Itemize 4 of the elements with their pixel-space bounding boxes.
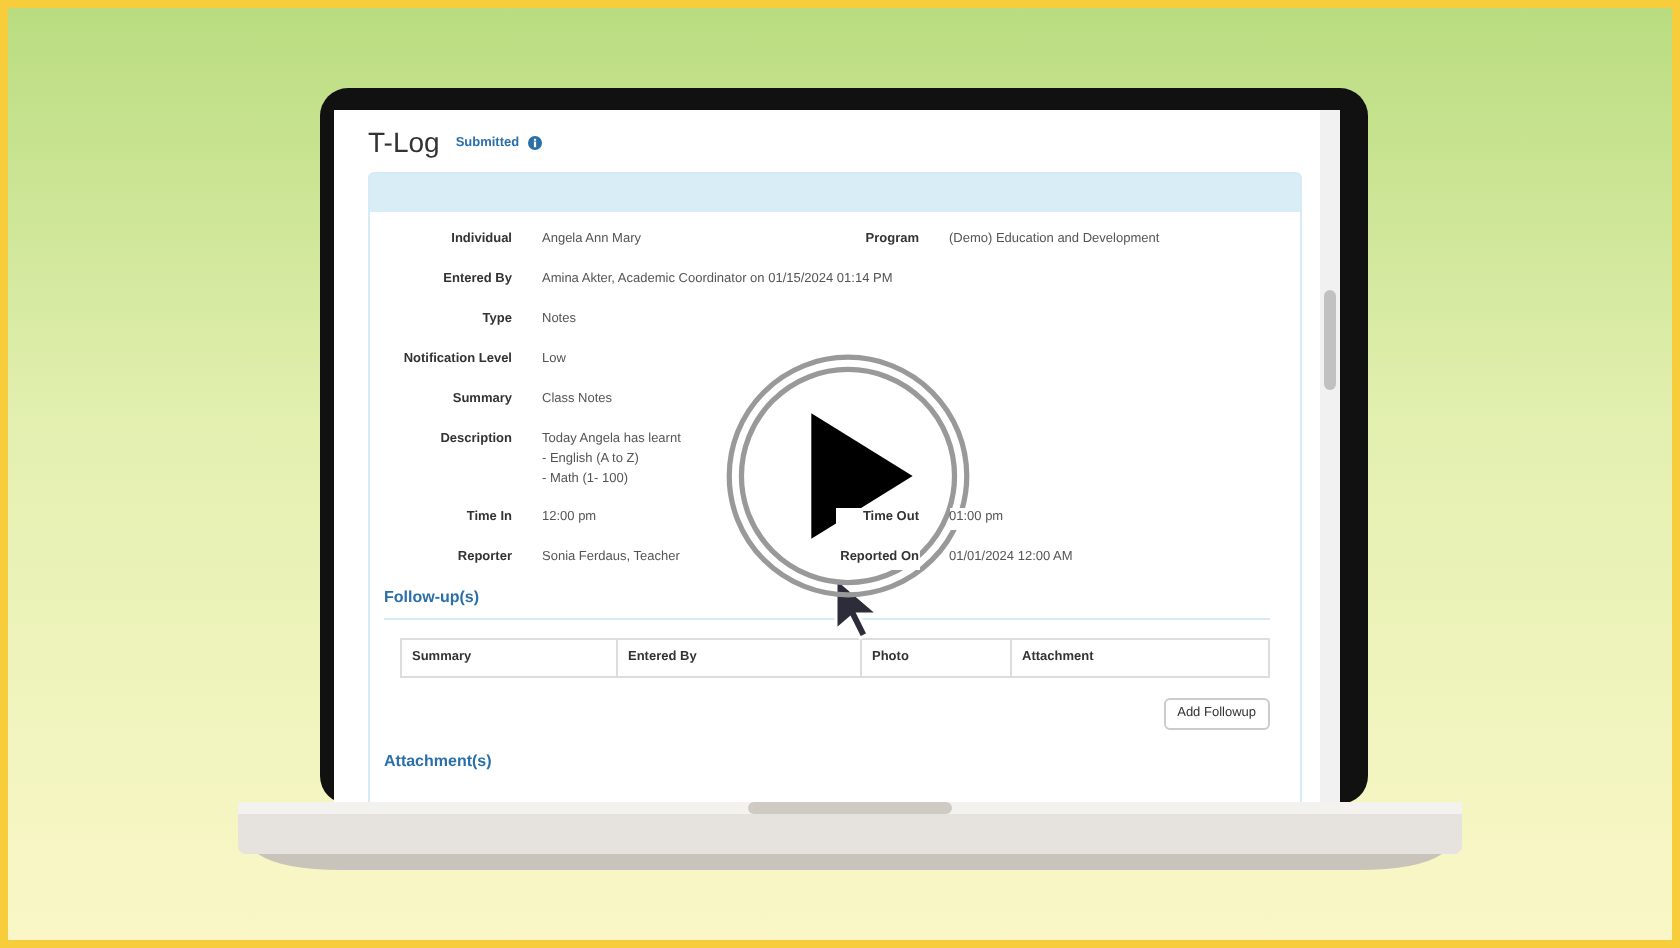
page-title: T-Log	[368, 124, 440, 162]
section-heading: Follow-up(s)	[384, 586, 482, 611]
info-icon[interactable]	[527, 136, 542, 150]
section-heading: Attachment(s)	[384, 750, 494, 775]
